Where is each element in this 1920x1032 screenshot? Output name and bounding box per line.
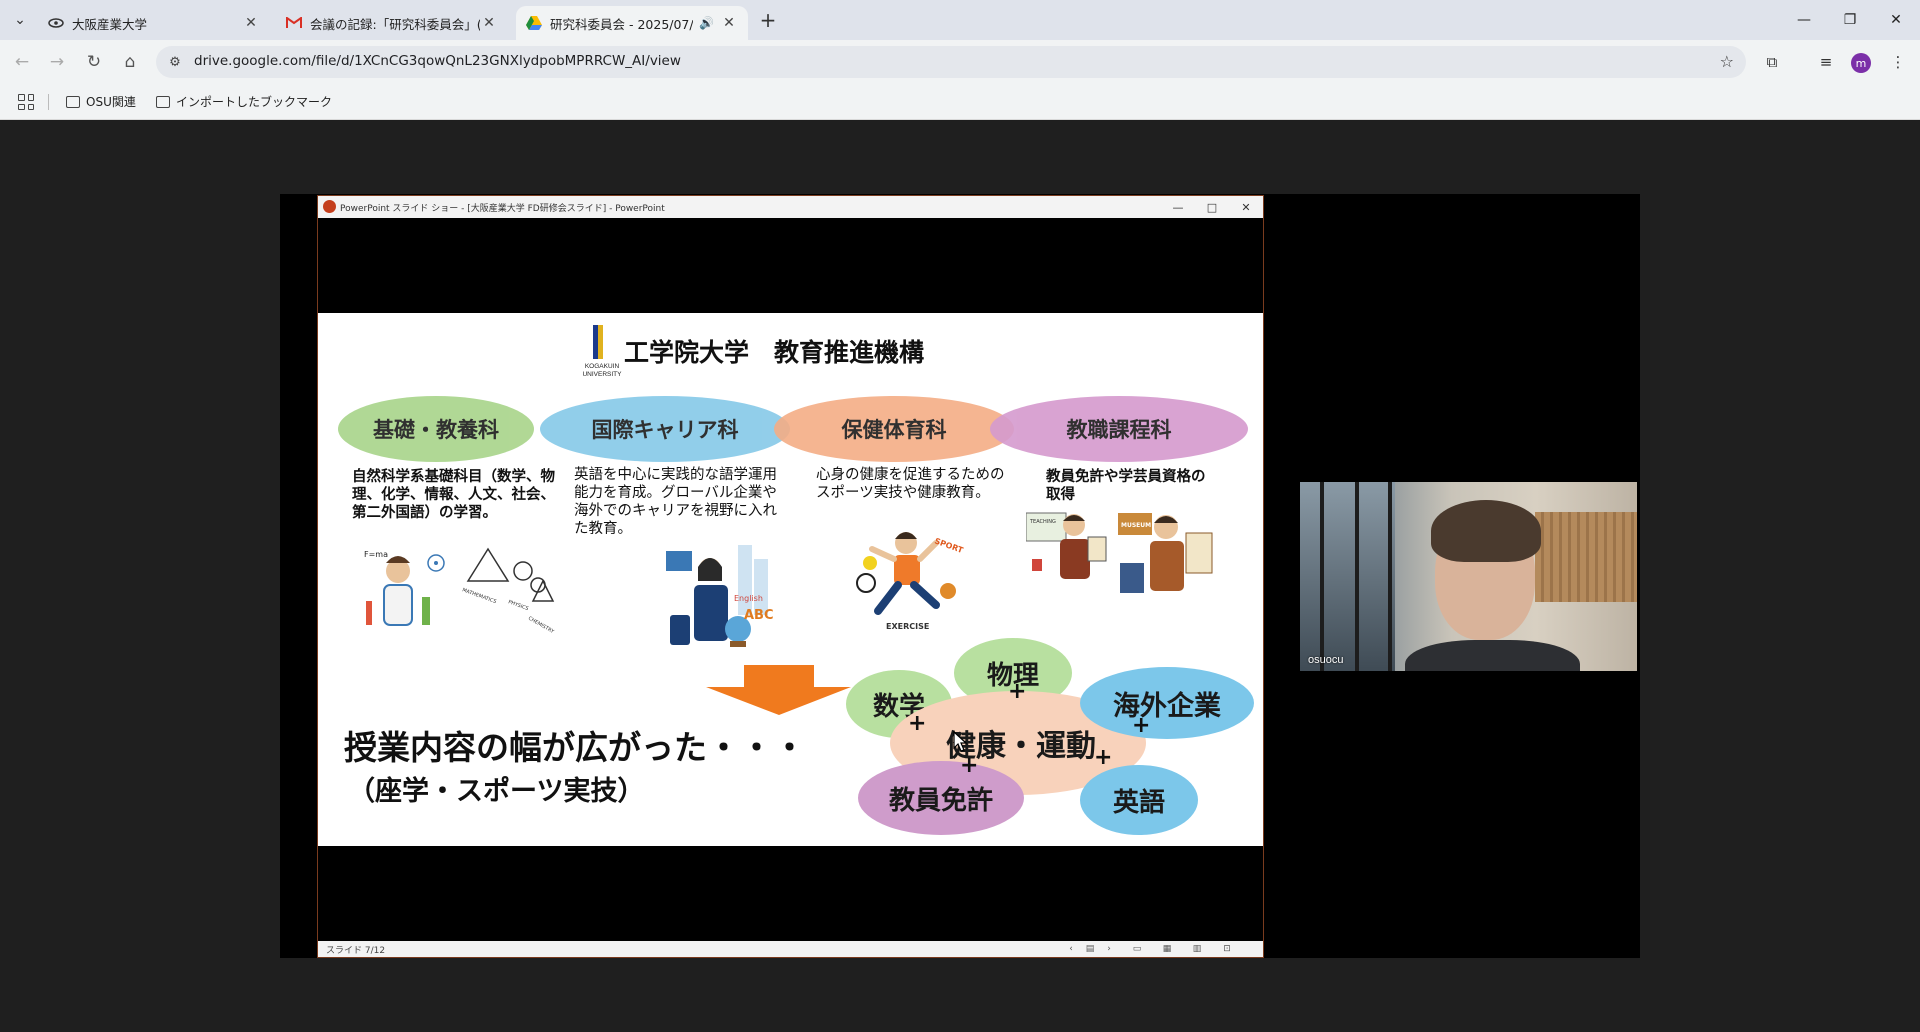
window-close-icon[interactable]: ✕: [1873, 0, 1919, 40]
svg-text:MUSEUM: MUSEUM: [1121, 522, 1151, 529]
tab-osaka-sangyo[interactable]: 大阪産業大学 ✕: [38, 6, 270, 40]
ppt-restore-icon[interactable]: □: [1203, 198, 1221, 216]
svg-text:SPORT: SPORT: [933, 536, 964, 555]
bubble-teacher-license: 教員免許: [858, 761, 1024, 835]
plus-sign: +: [908, 711, 927, 736]
folder-icon: [66, 95, 80, 108]
slide: KOGAKUIN UNIVERSITY 工学院大学 教育推進機構 基礎・教養科 …: [318, 313, 1263, 846]
reading-view-icon[interactable]: ▥: [1190, 942, 1204, 956]
bubble-english: 英語: [1080, 765, 1198, 835]
ppt-window-title: PowerPoint スライド ショー - [大阪産業大学 FD研修会スライド]…: [340, 204, 665, 214]
plus-sign: +: [1094, 745, 1113, 770]
webcam-tile: osuocu: [1300, 482, 1637, 671]
plus-sign: +: [1132, 713, 1151, 738]
svg-text:MATHEMATICS: MATHEMATICS: [461, 587, 497, 605]
science-illustration: F=ma MATHEMATICS PHYSICS CHEMISTRY: [364, 547, 556, 636]
slide-menu-icon[interactable]: ▤: [1083, 942, 1097, 956]
slide-main-text: 授業内容の幅が広がった・・・: [344, 728, 806, 767]
home-icon[interactable]: ⌂: [116, 48, 144, 76]
divider: [48, 94, 49, 110]
svg-text:CHEMISTRY: CHEMISTRY: [527, 616, 556, 636]
extensions-icon[interactable]: ⧉: [1760, 50, 1784, 74]
forward-icon[interactable]: →: [43, 48, 71, 76]
tab-search-icon[interactable]: ⌄: [6, 8, 34, 32]
powerpoint-icon: [323, 200, 336, 213]
close-icon[interactable]: ✕: [242, 14, 260, 32]
tab-title: 大阪産業大学: [72, 16, 148, 32]
bookmark-osu[interactable]: OSU関連: [66, 93, 136, 110]
restore-icon[interactable]: ❐: [1827, 0, 1873, 40]
folder-icon: [156, 95, 170, 108]
dept-kokusai: 国際キャリア科: [540, 396, 790, 462]
dept-desc-kokusai: 英語を中心に実践的な語学運用能力を育成。グローバル企業や海外でのキャリアを視野に…: [574, 467, 777, 537]
browser-toolbar: ← → ↻ ⌂ ⚙ drive.google.com/file/d/1XCnCG…: [0, 40, 1920, 84]
participant-name: osuocu: [1308, 654, 1344, 666]
bookmark-imported[interactable]: インポートしたブックマーク: [156, 93, 332, 110]
down-arrow-icon: [706, 665, 851, 715]
ppt-close-icon[interactable]: ✕: [1237, 198, 1255, 216]
ppt-minimize-icon[interactable]: —: [1169, 198, 1187, 216]
career-illustration: English ABC: [666, 545, 774, 647]
star-icon[interactable]: ☆: [1720, 52, 1734, 71]
site-favicon-icon: [48, 15, 64, 31]
participant-video: [1405, 500, 1580, 671]
svg-text:EXERCISE: EXERCISE: [886, 622, 929, 631]
dept-desc-kiso: 自然科学系基礎科目（数学、物理、化学、情報、人文、社会、第二外国語）の学習。: [352, 469, 555, 521]
plus-sign: +: [1008, 679, 1027, 704]
apps-icon[interactable]: [18, 94, 34, 110]
dept-kiso: 基礎・教養科: [338, 396, 534, 462]
tab-drive-active[interactable]: 研究科委員会 - 2025/07/08 🔊 ✕: [516, 6, 748, 40]
dept-desc-hoken: 心身の健康を促進するためのスポーツ実技や健康教育。: [816, 467, 1005, 501]
gmail-icon: [286, 15, 302, 31]
new-tab-icon[interactable]: +: [757, 8, 779, 32]
university-logo: KOGAKUIN UNIVERSITY: [581, 325, 622, 383]
reload-icon[interactable]: ↻: [80, 48, 108, 76]
prev-slide-icon[interactable]: ‹: [1064, 942, 1078, 956]
address-bar[interactable]: ⚙ drive.google.com/file/d/1XCnCG3qowQnL2…: [156, 46, 1746, 78]
ppt-status-bar: スライド 7/12 ‹ ▤ › ▭ ▦ ▥ ⊡: [318, 941, 1263, 957]
slideshow-view-icon[interactable]: ⊡: [1220, 942, 1234, 956]
tab-strip: ⌄ 大阪産業大学 ✕ 会議の記録:「研究科委員会」(2 ✕ 研究科委員会 - 2…: [0, 0, 1920, 40]
site-info-icon[interactable]: ⚙: [166, 53, 184, 71]
bookmark-label: OSU関連: [86, 95, 136, 109]
ppt-title-bar: PowerPoint スライド ショー - [大阪産業大学 FD研修会スライド]…: [318, 196, 1263, 218]
media-icon[interactable]: ≡: [1814, 50, 1838, 74]
menu-icon[interactable]: ⋮: [1886, 50, 1910, 74]
plus-sign: +: [960, 753, 979, 778]
close-icon[interactable]: ✕: [480, 14, 498, 32]
svg-text:PHYSICS: PHYSICS: [507, 599, 529, 612]
dept-hoken: 保健体育科: [774, 396, 1014, 462]
url-text[interactable]: drive.google.com/file/d/1XCnCG3qowQnL23G…: [194, 53, 681, 69]
next-slide-icon[interactable]: ›: [1102, 942, 1116, 956]
powerpoint-window: PowerPoint スライド ショー - [大阪産業大学 FD研修会スライド]…: [317, 195, 1264, 958]
teaching-illustration: TEACHING MUSEUM: [1026, 512, 1213, 593]
slide-counter: スライド 7/12: [326, 946, 386, 956]
dept-kyoshoku: 教職課程科: [990, 396, 1248, 462]
tab-title: 研究科委員会 - 2025/07/08: [550, 16, 693, 32]
mouse-cursor-icon: [953, 731, 967, 752]
drive-icon: [526, 15, 542, 31]
audio-icon[interactable]: 🔊: [699, 16, 714, 30]
tab-gmail[interactable]: 会議の記録:「研究科委員会」(2 ✕: [276, 6, 508, 40]
dept-desc-kyoshoku: 教員免許や学芸員資格の取得: [1046, 469, 1206, 503]
bookmarks-bar: OSU関連 インポートしたブックマーク: [0, 84, 1920, 120]
normal-view-icon[interactable]: ▭: [1130, 942, 1144, 956]
minimize-icon[interactable]: —: [1781, 0, 1827, 40]
avatar[interactable]: m: [1851, 53, 1871, 73]
slide-sub-text: （座学・スポーツ実技）: [348, 776, 645, 807]
svg-text:F=ma: F=ma: [364, 550, 388, 559]
back-icon[interactable]: ←: [8, 48, 36, 76]
slide-sorter-icon[interactable]: ▦: [1160, 942, 1174, 956]
bubble-overseas: 海外企業: [1080, 667, 1254, 739]
sports-illustration: SPORT EXERCISE: [856, 532, 965, 631]
svg-text:ABC: ABC: [744, 608, 774, 623]
close-icon[interactable]: ✕: [720, 14, 738, 32]
svg-text:TEACHING: TEACHING: [1029, 519, 1056, 525]
bookmark-label: インポートしたブックマーク: [176, 95, 333, 109]
svg-text:English: English: [734, 594, 763, 603]
slide-title: 工学院大学 教育推進機構: [624, 338, 925, 367]
tab-title: 会議の記録:「研究科委員会」(2: [310, 16, 480, 32]
